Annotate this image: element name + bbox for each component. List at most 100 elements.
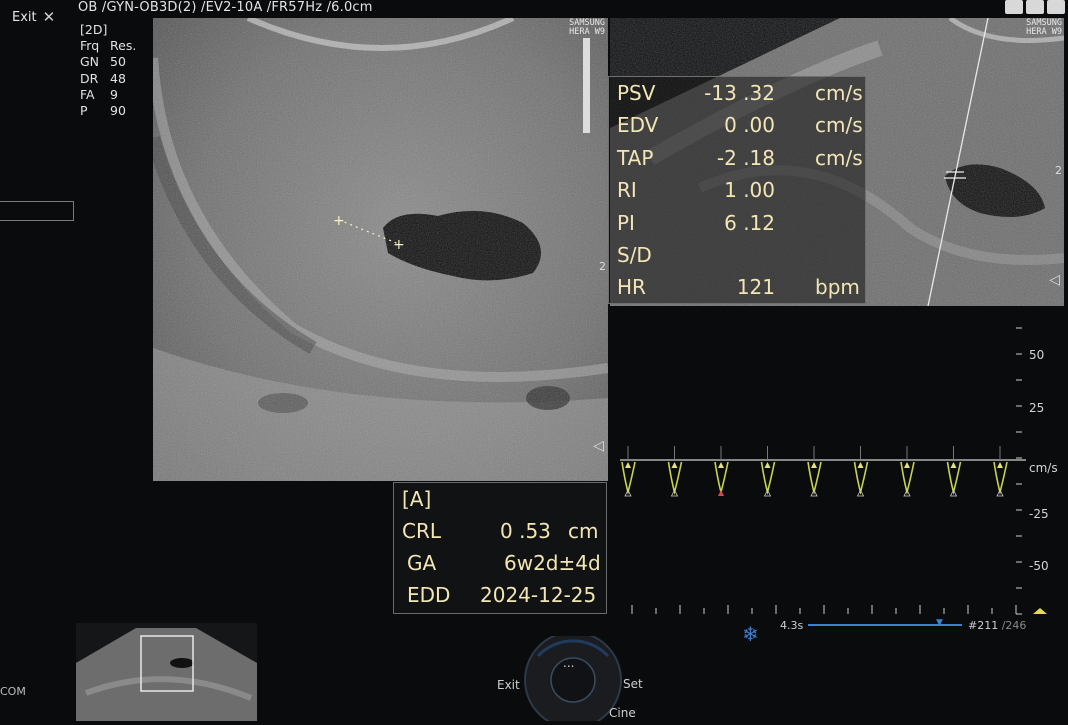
user-icon [1047, 0, 1065, 14]
measurement-crl: CRL 0 .53 cm [402, 519, 600, 549]
wheel-menu-button[interactable]: ... [563, 656, 574, 670]
chevron-left-icon[interactable]: ◁ [1049, 272, 1060, 288]
doppler-label: EDV [617, 113, 659, 138]
depth-marker-right: 2 [1055, 164, 1062, 177]
param-key: FA [80, 86, 95, 102]
waveform-cycle [760, 446, 776, 497]
waveform-cycle [900, 446, 915, 497]
doppler-value: -2 .18 [716, 145, 775, 170]
cine-frame-number: #211 [968, 619, 999, 632]
measurement-ga: GA 6w2d±4d [402, 551, 601, 581]
scale-label-25: 25 [1029, 401, 1045, 415]
param-value: Res. [110, 38, 137, 54]
doppler-value: 1 .00 [724, 178, 775, 203]
brand-line2: HERA W9 [569, 27, 605, 37]
svg-text:+: + [393, 237, 405, 253]
doppler-label: HR [617, 275, 646, 300]
waveform-cycle [993, 446, 1008, 497]
ga-value: 6w2d±4d [504, 551, 601, 575]
doppler-label: TAP [617, 145, 654, 170]
edd-value: 2024-12-25 [480, 583, 597, 607]
doppler-row-ri: RI 1 .00 [617, 178, 857, 208]
close-icon: ✕ [42, 8, 56, 26]
doppler-unit: bpm [815, 275, 860, 300]
side-input-field[interactable] [0, 201, 74, 221]
param-row: DR 48 [80, 71, 136, 87]
param-value: 9 [110, 86, 118, 102]
doppler-value: 0 .00 [724, 113, 775, 138]
thumbnail-preview[interactable] [76, 623, 257, 721]
param-key: DR [80, 70, 99, 86]
wheel-set-button[interactable]: Set [623, 677, 643, 691]
scale-unit: cm/s [1029, 461, 1058, 475]
velocity-scale-ticks [1016, 327, 1022, 615]
doppler-label: S/D [617, 243, 652, 267]
doppler-waveforms [621, 446, 1008, 497]
doppler-row-hr: HR 121 bpm [617, 275, 860, 305]
doppler-label: PSV [617, 81, 656, 105]
doppler-value: 6 .12 [724, 210, 775, 235]
param-value: 48 [110, 70, 126, 86]
wheel-exit-button[interactable]: Exit [497, 678, 520, 692]
imaging-params: [2D] Frq Res. GN 50 DR 48 FA 9 P 90 [80, 22, 136, 119]
crl-unit: cm [568, 519, 599, 543]
param-key: P [80, 103, 88, 119]
waveform-cycle [714, 446, 729, 496]
doppler-value: -13 .32 [704, 81, 775, 105]
storage-icon [1005, 0, 1023, 14]
param-row: GN 50 [80, 54, 136, 70]
waveform-cycle [621, 446, 636, 497]
depth-marker: 2 [599, 260, 606, 273]
brand-logo-right: SAMSUNG HERA W9 [1026, 19, 1062, 37]
param-value: 90 [110, 103, 126, 119]
bell-icon [1026, 0, 1044, 14]
brand-line2-right: HERA W9 [1026, 27, 1062, 37]
ob-measurement-panel: [A] CRL 0 .53 cm GA 6w2d±4d EDD 2024-12-… [393, 482, 607, 614]
doppler-label: RI [617, 178, 637, 203]
doppler-row-tap: TAP -2 .18 cm/s [617, 145, 863, 176]
param-key: Frq [80, 38, 100, 54]
doppler-label: PI [617, 210, 635, 235]
cine-cursor-icon[interactable]: ▼ [936, 618, 943, 628]
cine-time: 4.3s [780, 619, 804, 632]
doppler-measurement-panel: PSV -13 .32 cm/s EDV 0 .00 cm/s TAP -2 .18 cm/s R… [608, 76, 866, 304]
doppler-row-pi: PI 6 .12 [617, 211, 857, 241]
wheel-cine-button[interactable]: Cine [609, 706, 636, 720]
footer-text: COM [0, 685, 26, 698]
edd-label: EDD [407, 583, 451, 607]
measurement-edd: EDD 2024-12-25 [402, 583, 600, 613]
chevron-left-icon[interactable]: ◁ [593, 438, 604, 454]
waveform-cycle [853, 446, 869, 497]
param-value: 50 [110, 54, 126, 70]
ultrasound-image-main[interactable]: + + SAMSUNG HERA W9 2 ◁ [153, 18, 608, 481]
doppler-row-edv: EDV 0 .00 cm/s [617, 113, 863, 143]
crl-value: 0 .53 [500, 519, 551, 543]
mode-label: [2D] [80, 22, 108, 37]
waveform-cycle [667, 446, 683, 497]
doppler-row-s-d: S/D [617, 243, 857, 273]
doppler-unit: cm/s [815, 145, 863, 170]
doppler-value: 121 [736, 275, 775, 300]
exit-button[interactable]: Exit ✕ [12, 8, 55, 26]
crl-label: CRL [402, 519, 442, 543]
doppler-unit: cm/s [815, 81, 863, 105]
status-icons [1005, 0, 1067, 16]
ga-label: GA [407, 551, 437, 575]
time-axis-ticks [631, 605, 1017, 614]
freeze-icon[interactable]: ❄ [742, 622, 759, 646]
cine-frame-total: /246 [1001, 619, 1027, 632]
thumbnail-scan [76, 628, 257, 721]
cine-frame: #211 /246 [968, 619, 1026, 632]
doppler-unit: cm/s [815, 113, 863, 138]
exit-label: Exit [12, 9, 37, 25]
waveform-cycle [807, 446, 822, 497]
param-row: Frq Res. [80, 38, 136, 54]
scale-label-50: 50 [1029, 348, 1045, 362]
measurement-title: [A] [402, 487, 432, 511]
brand-logo: SAMSUNG HERA W9 [569, 19, 605, 37]
svg-text:+: + [333, 213, 345, 229]
waveform-cycle [946, 446, 962, 497]
param-row: P 90 [80, 103, 136, 119]
spectral-doppler [620, 327, 1047, 615]
doppler-row-psv: PSV -13 .32 cm/s [617, 81, 863, 111]
